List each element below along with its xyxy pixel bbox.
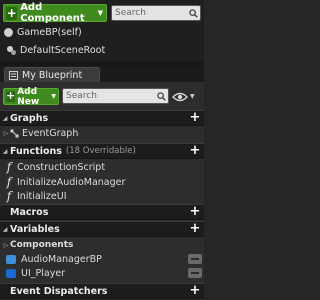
component-tree-default-scene-root[interactable]: DefaultSceneRoot xyxy=(6,42,105,58)
blueprint-tab-icon xyxy=(9,70,18,80)
component-search-input[interactable]: Search xyxy=(111,5,201,21)
blueprint-search-placeholder: Search xyxy=(66,91,97,101)
section-title: Macros xyxy=(10,206,49,218)
collapse-arrow-icon: ◢ xyxy=(2,114,8,122)
expand-arrow-icon[interactable]: ▷ xyxy=(2,130,10,137)
graph-icon xyxy=(10,129,19,138)
visibility-toggle-icon[interactable] xyxy=(188,254,202,264)
add-variable-button[interactable]: + xyxy=(189,222,201,235)
chevron-down-icon: ▼ xyxy=(190,93,195,100)
variable-item[interactable]: AudioManagerBP xyxy=(6,252,202,266)
section-event-dispatchers[interactable]: Event Dispatchers + xyxy=(0,283,204,299)
section-graphs[interactable]: ◢ Graphs + xyxy=(0,110,204,126)
section-title: Functions xyxy=(10,145,62,157)
function-icon: f xyxy=(6,175,12,189)
blueprint-search-input[interactable]: Search xyxy=(62,88,169,104)
function-icon: f xyxy=(6,189,12,203)
chevron-down-icon: ▼ xyxy=(97,9,103,17)
object-variable-icon xyxy=(6,254,16,264)
object-variable-icon xyxy=(6,268,16,278)
collapse-arrow-icon: ◢ xyxy=(2,147,8,155)
add-component-button[interactable]: + Add Component ▼ xyxy=(3,2,107,24)
search-icon xyxy=(157,91,166,101)
function-label: InitializeAudioManager xyxy=(17,176,126,188)
collapse-arrow-icon: ◢ xyxy=(2,225,8,233)
add-graph-button[interactable]: + xyxy=(189,111,201,124)
add-function-button[interactable]: + xyxy=(189,144,201,157)
section-title: Graphs xyxy=(10,112,49,124)
section-variables[interactable]: ◢ Variables + xyxy=(0,221,204,237)
section-macros[interactable]: Macros + xyxy=(0,204,204,220)
add-macro-button[interactable]: + xyxy=(189,205,201,218)
variable-label: UI_Player xyxy=(21,267,66,279)
add-component-label: Add Component xyxy=(20,2,85,24)
section-title: Event Dispatchers xyxy=(10,285,108,297)
plus-icon: + xyxy=(6,5,18,20)
component-search-placeholder: Search xyxy=(115,8,146,18)
function-item[interactable]: f InitializeUI xyxy=(4,189,67,203)
scene-root-icon xyxy=(6,45,17,56)
tab-my-blueprint[interactable]: My Blueprint xyxy=(4,67,100,82)
component-tree-label: DefaultSceneRoot xyxy=(20,44,106,56)
collapse-arrow-icon[interactable]: ▷ xyxy=(2,242,10,249)
add-event-dispatcher-button[interactable]: + xyxy=(189,284,201,297)
component-tree-self[interactable]: GameBP(self) xyxy=(4,24,82,40)
function-icon: f xyxy=(6,160,12,174)
view-options-button[interactable]: ▼ xyxy=(172,89,202,104)
blueprint-self-icon xyxy=(4,27,13,37)
function-label: ConstructionScript xyxy=(17,161,106,173)
function-item[interactable]: f InitializeAudioManager xyxy=(4,175,126,189)
variable-item[interactable]: UI_Player xyxy=(6,266,202,280)
section-functions[interactable]: ◢ Functions (18 Overridable) + xyxy=(0,143,204,159)
plus-icon: + xyxy=(6,89,16,102)
overridable-count: (18 Overridable) xyxy=(65,146,136,156)
eye-icon xyxy=(172,92,188,102)
component-tree-label: GameBP(self) xyxy=(17,26,82,38)
section-title: Variables xyxy=(10,223,60,235)
graph-item-eventgraph[interactable]: ▷ EventGraph xyxy=(2,126,79,140)
add-new-button[interactable]: + Add New ▼ xyxy=(3,86,59,107)
variable-label: AudioManagerBP xyxy=(21,253,102,265)
search-icon xyxy=(189,8,198,18)
category-label: Components xyxy=(10,240,74,250)
visibility-toggle-icon[interactable] xyxy=(188,268,202,278)
variable-category-components[interactable]: ▷ Components xyxy=(2,238,74,252)
tab-label: My Blueprint xyxy=(22,69,83,81)
function-label: InitializeUI xyxy=(17,190,67,202)
add-new-label: Add New xyxy=(17,86,40,107)
function-item[interactable]: f ConstructionScript xyxy=(4,160,105,174)
graph-label: EventGraph xyxy=(22,127,79,139)
chevron-down-icon: ▼ xyxy=(51,93,56,100)
